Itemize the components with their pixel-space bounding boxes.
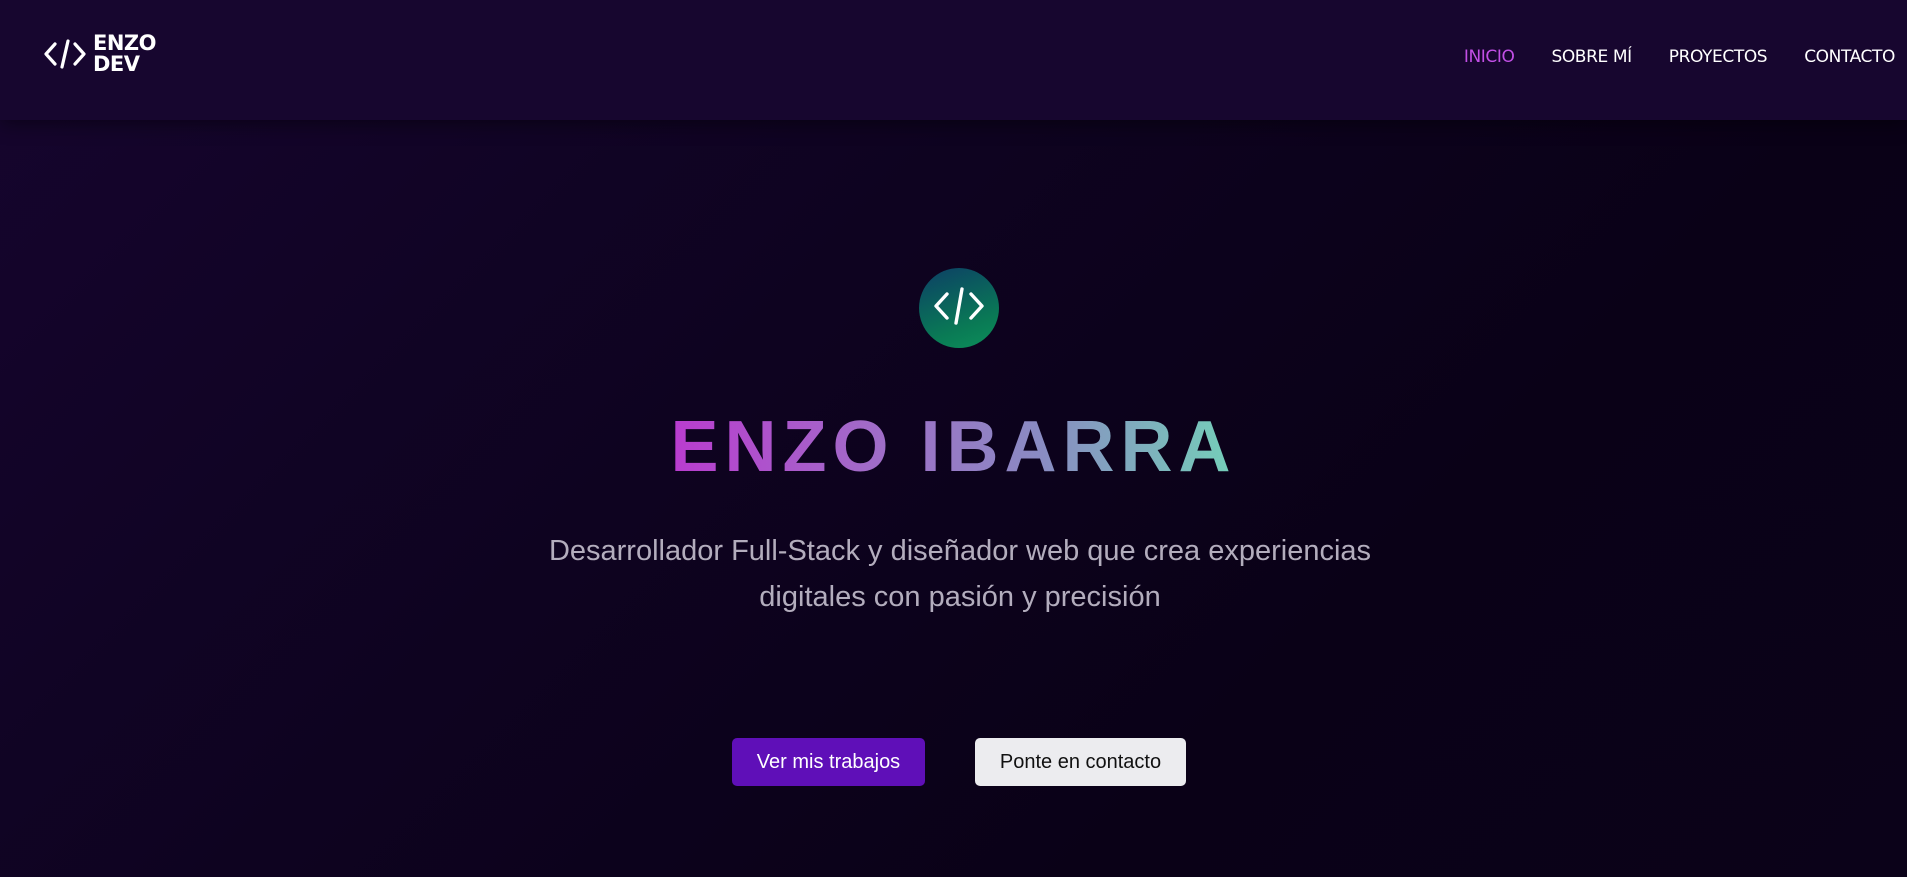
hero-subtitle-line2: digitales con pasión y precisión — [759, 581, 1161, 613]
hero-subtitle-line1: Desarrollador Full-Stack y diseñador web… — [548, 535, 1372, 567]
navbar: ENZO DEV INICIO SOBRE MÍ PROYECTOS CONTA… — [0, 0, 1907, 120]
logo-text: ENZO DEV — [93, 31, 157, 76]
hero-title-text: ENZO IBARRA — [670, 407, 1237, 487]
nav-link-contacto[interactable]: CONTACTO — [1804, 47, 1895, 67]
nav-menu: INICIO SOBRE MÍ PROYECTOS CONTACTO — [1464, 47, 1896, 67]
hero-badge — [919, 268, 999, 348]
logo-line2: DEV — [93, 52, 140, 76]
logo[interactable]: ENZO DEV — [43, 31, 157, 76]
view-work-button[interactable]: Ver mis trabajos — [732, 738, 925, 786]
logo-line1: ENZO — [93, 31, 157, 55]
code-icon — [43, 36, 87, 72]
contact-button[interactable]: Ponte en contacto — [975, 738, 1186, 786]
code-icon — [931, 282, 987, 335]
page: ENZO DEV INICIO SOBRE MÍ PROYECTOS CONTA… — [0, 0, 1907, 877]
nav-link-sobre-mi[interactable]: SOBRE MÍ — [1551, 47, 1632, 67]
nav-link-inicio[interactable]: INICIO — [1464, 47, 1515, 67]
hero-title: ENZO IBARRA — [0, 405, 1907, 489]
nav-link-proyectos[interactable]: PROYECTOS — [1669, 47, 1768, 67]
hero-subtitle: Desarrollador Full-Stack y diseñador web… — [500, 528, 1420, 620]
